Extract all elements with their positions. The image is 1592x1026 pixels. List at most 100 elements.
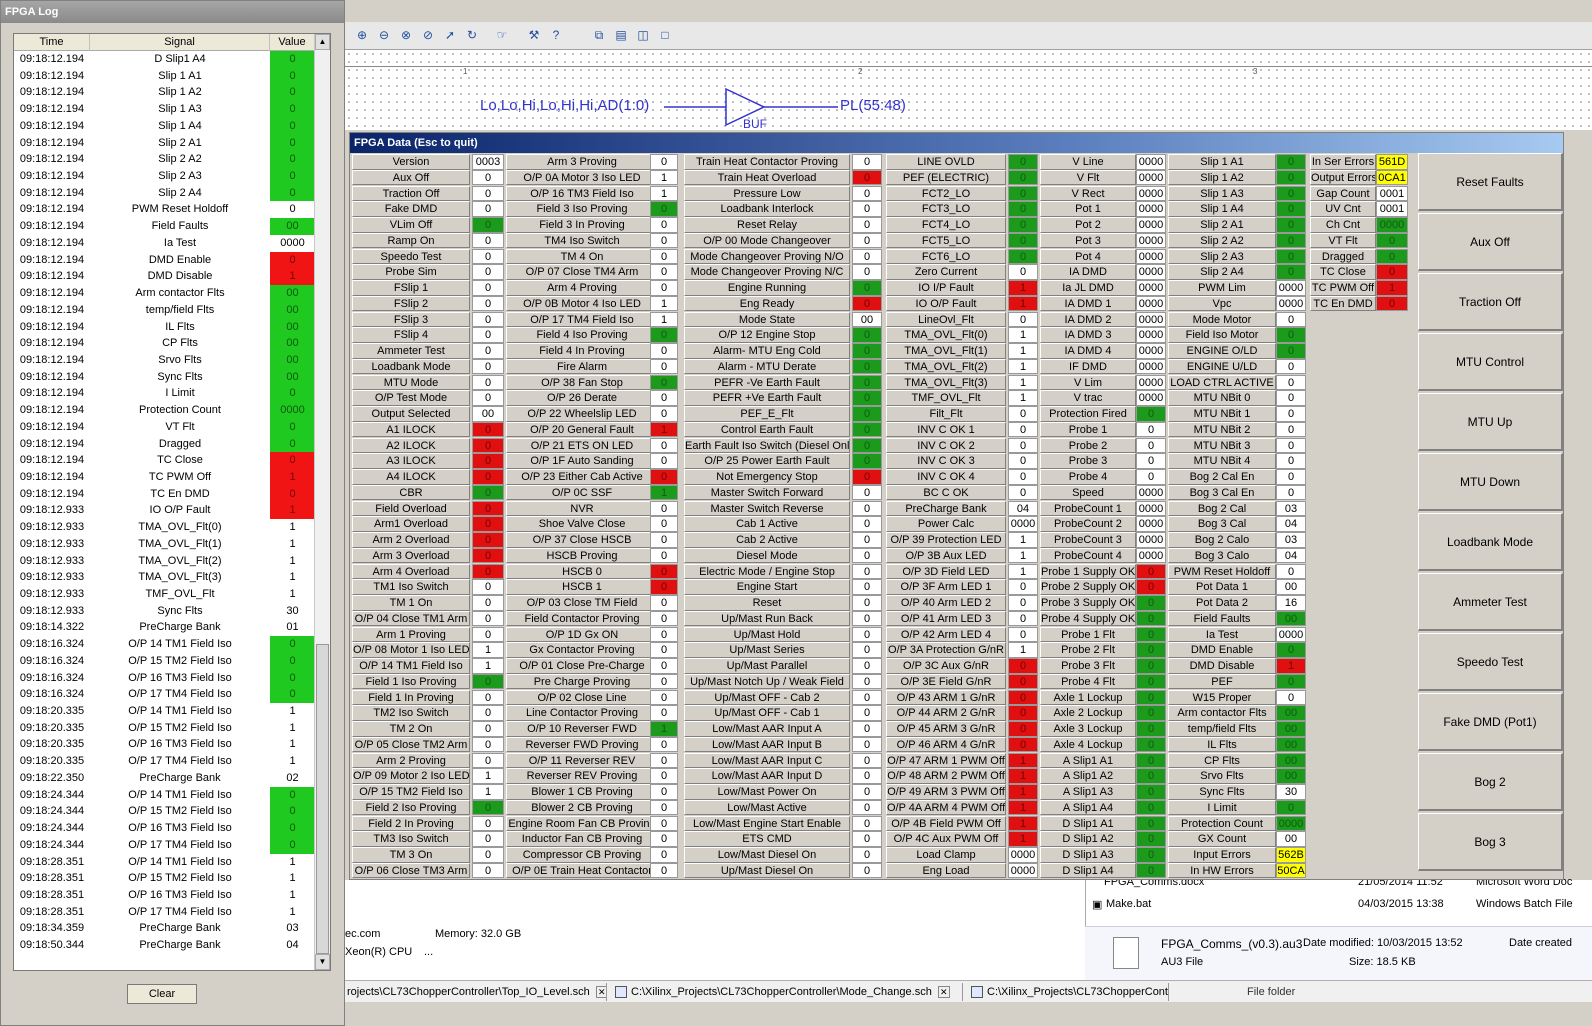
log-row[interactable]: 09:18:12.194 Slip 1 A3 0: [14, 101, 315, 118]
log-row[interactable]: 09:18:24.344 O/P 15 TM2 Field Iso 0: [14, 803, 315, 821]
mtu-control-button[interactable]: MTU Control: [1418, 333, 1563, 391]
log-row[interactable]: 09:18:12.194 TC En DMD 0: [14, 485, 315, 503]
close-icon[interactable]: ✕: [595, 986, 606, 999]
schematic-canvas[interactable]: [345, 50, 1592, 130]
log-row[interactable]: 09:18:12.194 Slip 2 A1 0: [14, 134, 315, 152]
zoom-fit-icon[interactable]: ⊗: [397, 26, 415, 44]
log-row[interactable]: 09:18:12.194 Protection Count 0000: [14, 402, 315, 419]
fake-dmd-pot1-button[interactable]: Fake DMD (Pot1): [1418, 693, 1563, 751]
log-row[interactable]: 09:18:16.324 O/P 16 TM3 Field Iso 0: [14, 669, 315, 687]
log-row[interactable]: 09:18:20.335 O/P 15 TM2 Field Iso 1: [14, 720, 314, 737]
help-icon[interactable]: ?: [547, 26, 565, 44]
log-row[interactable]: 09:18:12.194 TC PWM Off 1: [14, 468, 315, 486]
mtu-up-button[interactable]: MTU Up: [1418, 393, 1563, 451]
log-row[interactable]: 09:18:34.359 PreCharge Bank 03: [14, 920, 314, 937]
log-row[interactable]: 09:18:16.324 O/P 15 TM2 Field Iso 0: [14, 652, 315, 670]
log-row[interactable]: 09:18:24.344 O/P 16 TM3 Field Iso 0: [14, 820, 315, 837]
log-row[interactable]: 09:18:12.194 Slip 1 A2 0: [14, 84, 315, 102]
column-header-signal[interactable]: Signal: [90, 34, 270, 51]
pointer-icon[interactable]: ☞: [493, 26, 511, 44]
scroll-thumb[interactable]: [316, 644, 329, 954]
log-row[interactable]: 09:18:12.194 PWM Reset Holdoff 0: [14, 201, 314, 218]
data-window-title[interactable]: FPGA Data (Esc to quit): [350, 133, 1563, 153]
log-row[interactable]: 09:18:12.194 Slip 1 A4 0: [14, 117, 315, 135]
speedo-test-button[interactable]: Speedo Test: [1418, 633, 1563, 691]
bog-2-button[interactable]: Bog 2: [1418, 753, 1563, 811]
log-row[interactable]: 09:18:12.194 Slip 2 A3 0: [14, 168, 315, 185]
mtu-down-button[interactable]: MTU Down: [1418, 453, 1563, 511]
log-row[interactable]: 09:18:16.324 O/P 14 TM1 Field Iso 0: [14, 636, 315, 653]
log-row[interactable]: 09:18:20.335 O/P 17 TM4 Field Iso 1: [14, 753, 314, 770]
signal-value-a-slip1-a3: 0: [1136, 784, 1166, 800]
log-row[interactable]: 09:18:12.194 D Slip1 A4 0: [14, 51, 315, 68]
log-row[interactable]: 09:18:50.344 PreCharge Bank 04: [14, 937, 314, 954]
schematic-input-net[interactable]: Lo,Lo,Hi,Lo,Hi,Hi,AD(1:0): [480, 97, 649, 114]
log-row[interactable]: 09:18:28.351 O/P 16 TM3 Field Iso 1: [14, 887, 314, 904]
log-row[interactable]: 09:18:28.351 O/P 15 TM2 Field Iso 1: [14, 870, 314, 887]
log-row[interactable]: 09:18:12.194 TC Close 0: [14, 452, 315, 469]
log-row[interactable]: 09:18:24.344 O/P 17 TM4 Field Iso 0: [14, 836, 315, 854]
schematic-output-net[interactable]: PL(55:48): [840, 97, 906, 114]
log-row[interactable]: 09:18:12.194 VT Flt 0: [14, 418, 315, 436]
log-row[interactable]: 09:18:12.194 Slip 2 A4 0: [14, 184, 315, 202]
log-row[interactable]: 09:18:28.351 O/P 14 TM1 Field Iso 1: [14, 854, 314, 871]
log-row[interactable]: 09:18:20.335 O/P 14 TM1 Field Iso 1: [14, 703, 314, 720]
log-row[interactable]: 09:18:12.933 TMA_OVL_Flt(3) 1: [14, 569, 314, 586]
log-row[interactable]: 09:18:24.344 O/P 14 TM1 Field Iso 0: [14, 786, 315, 804]
log-row[interactable]: 09:18:20.335 O/P 16 TM3 Field Iso 1: [14, 736, 314, 753]
log-row[interactable]: 09:18:12.933 TMA_OVL_Flt(0) 1: [14, 519, 314, 536]
tab-top-io-level[interactable]: rojects\CL73ChopperController\Top_IO_Lev…: [345, 983, 607, 1001]
bog-3-button[interactable]: Bog 3: [1418, 813, 1563, 871]
reset-faults-button[interactable]: Reset Faults: [1418, 153, 1563, 211]
zoom-area-icon[interactable]: ⊘: [419, 26, 437, 44]
column-header-value[interactable]: Value: [270, 34, 315, 51]
log-scrollbar[interactable]: ▲ ▼: [314, 34, 330, 970]
log-title[interactable]: FPGA Log: [1, 1, 344, 23]
tile-horizontal-icon[interactable]: ▤: [612, 26, 630, 44]
log-row[interactable]: 09:18:12.194 DMD Enable 0: [14, 251, 315, 269]
log-row[interactable]: 09:18:12.194 Sync Flts 00: [14, 368, 315, 386]
log-row[interactable]: 09:18:12.194 Srvo Flts 00: [14, 351, 315, 369]
ammeter-test-button[interactable]: Ammeter Test: [1418, 573, 1563, 631]
tab-schematic[interactable]: C:\Xilinx_Projects\CL73ChopperContro: [969, 983, 1169, 1001]
file-name[interactable]: Make.bat: [1106, 898, 1151, 910]
zoom-in-icon[interactable]: ⊕: [353, 26, 371, 44]
log-list[interactable]: Time Signal Value 09:18:12.194 D Slip1 A4…: [13, 33, 331, 971]
log-row[interactable]: 09:18:12.194 Dragged 0: [14, 435, 315, 453]
log-row[interactable]: 09:18:12.194 Ia Test 0000: [14, 235, 314, 252]
log-row[interactable]: 09:18:12.933 TMA_OVL_Flt(1) 1: [14, 536, 314, 553]
log-row[interactable]: 09:18:22.350 PreCharge Bank 02: [14, 770, 314, 787]
log-row[interactable]: 09:18:12.194 temp/field Flts 00: [14, 301, 315, 319]
log-row[interactable]: 09:18:12.194 CP Flts 00: [14, 335, 315, 352]
cascade-icon[interactable]: ⧉: [590, 26, 608, 44]
log-row[interactable]: 09:18:12.194 Arm contactor Flts 00: [14, 285, 315, 302]
tab-mode-change[interactable]: C:\Xilinx_Projects\CL73ChopperController…: [613, 983, 963, 1001]
scroll-down-icon[interactable]: ▼: [315, 954, 330, 970]
log-row[interactable]: 09:18:12.194 Slip 1 A1 0: [14, 67, 315, 85]
pan-icon[interactable]: ➚: [441, 26, 459, 44]
loadbank-mode-button[interactable]: Loadbank Mode: [1418, 513, 1563, 571]
log-row[interactable]: 09:18:12.933 TMA_OVL_Flt(2) 1: [14, 553, 314, 570]
aux-off-button[interactable]: Aux Off: [1418, 213, 1563, 271]
traction-off-button[interactable]: Traction Off: [1418, 273, 1563, 331]
log-row[interactable]: 09:18:12.194 Field Faults 00: [14, 218, 315, 235]
close-icon[interactable]: ✕: [937, 986, 950, 999]
log-row[interactable]: 09:18:12.194 I Limit 0: [14, 385, 315, 403]
scroll-up-icon[interactable]: ▲: [315, 34, 330, 50]
log-row[interactable]: 09:18:28.351 O/P 17 TM4 Field Iso 1: [14, 904, 314, 921]
refresh-icon[interactable]: ↻: [463, 26, 481, 44]
clear-button[interactable]: Clear: [127, 984, 197, 1004]
wrench-icon[interactable]: ⚒: [525, 26, 543, 44]
log-row[interactable]: 09:18:12.933 IO O/P Fault 1: [14, 502, 315, 520]
log-row[interactable]: 09:18:12.933 Sync Flts 30: [14, 603, 314, 620]
tile-vertical-icon[interactable]: ◫: [634, 26, 652, 44]
log-row[interactable]: 09:18:16.324 O/P 17 TM4 Field Iso 0: [14, 686, 315, 704]
zoom-out-icon[interactable]: ⊖: [375, 26, 393, 44]
log-row[interactable]: 09:18:12.194 DMD Disable 1: [14, 268, 315, 286]
log-row[interactable]: 09:18:12.933 TMF_OVL_Flt 1: [14, 586, 314, 603]
column-header-time[interactable]: Time: [14, 34, 90, 51]
log-row[interactable]: 09:18:12.194 IL Flts 00: [14, 318, 315, 336]
window-arrange-icon[interactable]: □: [656, 26, 674, 44]
log-row[interactable]: 09:18:14.322 PreCharge Bank 01: [14, 619, 314, 636]
log-row[interactable]: 09:18:12.194 Slip 2 A2 0: [14, 151, 315, 169]
